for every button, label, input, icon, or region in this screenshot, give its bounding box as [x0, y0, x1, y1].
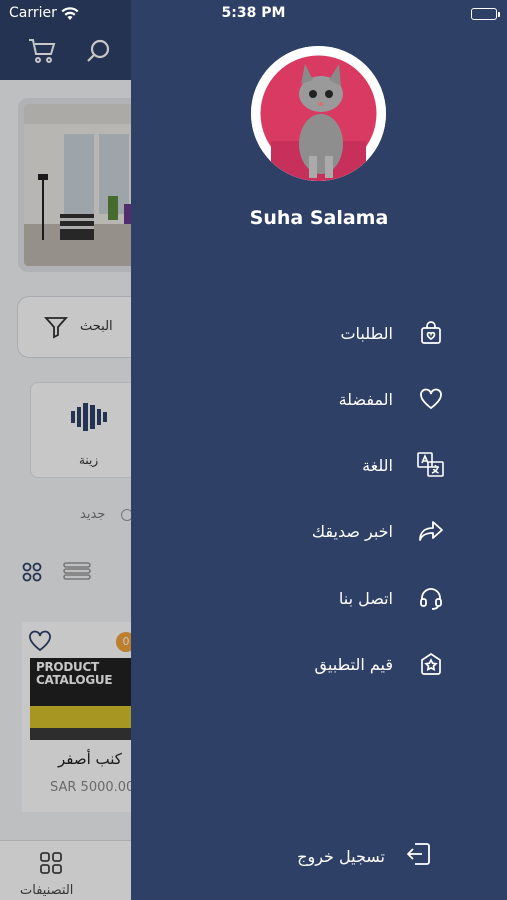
logout-button[interactable]: تسجيل خروج [297, 838, 431, 874]
menu-item-language[interactable]: اللغة [362, 447, 445, 483]
menu-item-label: اخبر صديقك [311, 521, 393, 541]
clock-time: 5:38 PM [221, 5, 286, 21]
logout-icon [405, 840, 431, 872]
headset-icon [417, 584, 445, 612]
side-drawer: Suha Salama الطلبات المفضلة اللغة اخبر ص… [131, 0, 507, 900]
translate-icon [417, 451, 445, 479]
user-avatar[interactable] [251, 46, 386, 181]
logout-label: تسجيل خروج [297, 846, 385, 866]
menu-item-rate-app[interactable]: قيم التطبيق [315, 646, 445, 682]
status-bar: Carrier 5:38 PM [0, 0, 507, 28]
menu-item-label: الطلبات [340, 323, 393, 343]
menu-item-label: اتصل بنا [338, 588, 393, 608]
shopping-bag-icon [417, 319, 445, 347]
menu-item-label: المفضلة [338, 389, 393, 409]
menu-item-contact-us[interactable]: اتصل بنا [339, 580, 445, 616]
menu-item-orders[interactable]: الطلبات [340, 315, 445, 351]
menu-item-tell-friend[interactable]: اخبر صديقك [312, 513, 445, 549]
user-name: Suha Salama [249, 207, 389, 229]
share-icon [417, 517, 445, 545]
menu-item-label: اللغة [362, 455, 393, 475]
battery-icon [471, 8, 500, 20]
menu-item-label: قيم التطبيق [314, 654, 393, 674]
menu-item-favorites[interactable]: المفضلة [339, 381, 445, 417]
heart-icon [417, 385, 445, 413]
star-icon [417, 650, 445, 678]
